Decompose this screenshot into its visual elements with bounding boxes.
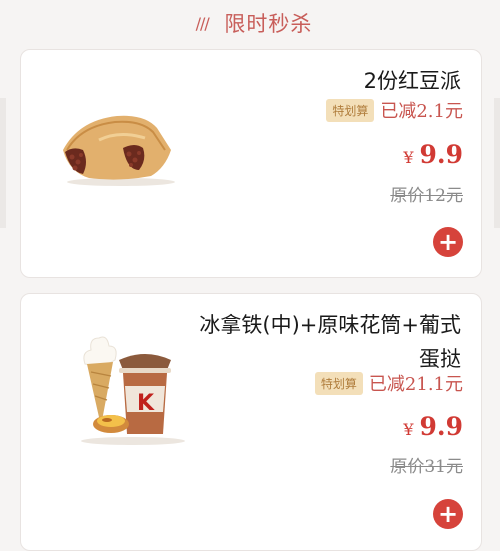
section-title-row: /// 限时秒杀 xyxy=(0,8,500,38)
original-price: 原价12元 xyxy=(390,186,463,206)
product-name: 2份红豆派 xyxy=(363,69,461,93)
red-bean-pie-image xyxy=(63,115,175,186)
product-name-line: 冰拿铁(中)+原味花筒+葡式 xyxy=(199,313,461,337)
plus-icon: + xyxy=(437,228,459,256)
add-to-cart-button[interactable]: + xyxy=(433,499,463,529)
background-edge xyxy=(494,98,500,228)
product-name: 冰拿铁(中)+原味花筒+葡式 蛋挞 xyxy=(199,308,461,376)
price: ¥9.9 xyxy=(403,412,463,441)
section-header: /// 限时秒杀 xyxy=(0,0,500,42)
discount-text: 已减2.1元 xyxy=(380,101,463,122)
original-price: 原价31元 xyxy=(390,457,463,477)
section-title: 限时秒杀 xyxy=(224,12,313,36)
plus-icon: + xyxy=(437,500,459,528)
deal-tag: 特划算 xyxy=(314,371,363,395)
discount-text: 已减21.1元 xyxy=(368,374,463,395)
deal-tag: 特划算 xyxy=(326,98,375,122)
price-value: 9.9 xyxy=(419,140,464,169)
decoration-slashes: /// xyxy=(195,14,210,33)
add-to-cart-button[interactable]: + xyxy=(433,227,463,257)
svg-text:K: K xyxy=(137,391,155,416)
currency-symbol: ¥ xyxy=(403,148,414,167)
price: ¥9.9 xyxy=(403,140,463,169)
currency-symbol: ¥ xyxy=(403,420,414,439)
price-value: 9.9 xyxy=(419,412,464,441)
product-card[interactable]: 2份红豆派 特划算 已减2.1元 ¥9.9 原价12元 + xyxy=(20,49,482,278)
discount-row: 特划算 已减21.1元 xyxy=(314,370,463,396)
background-edge xyxy=(0,98,6,228)
product-card[interactable]: K 冰拿铁(中)+原味花筒+葡式 蛋挞 特划算 已减21.1元 ¥9.9 原价31… xyxy=(20,293,482,551)
discount-row: 特划算 已减2.1元 xyxy=(326,97,463,123)
coffee-cone-tart-image: K xyxy=(81,336,185,445)
